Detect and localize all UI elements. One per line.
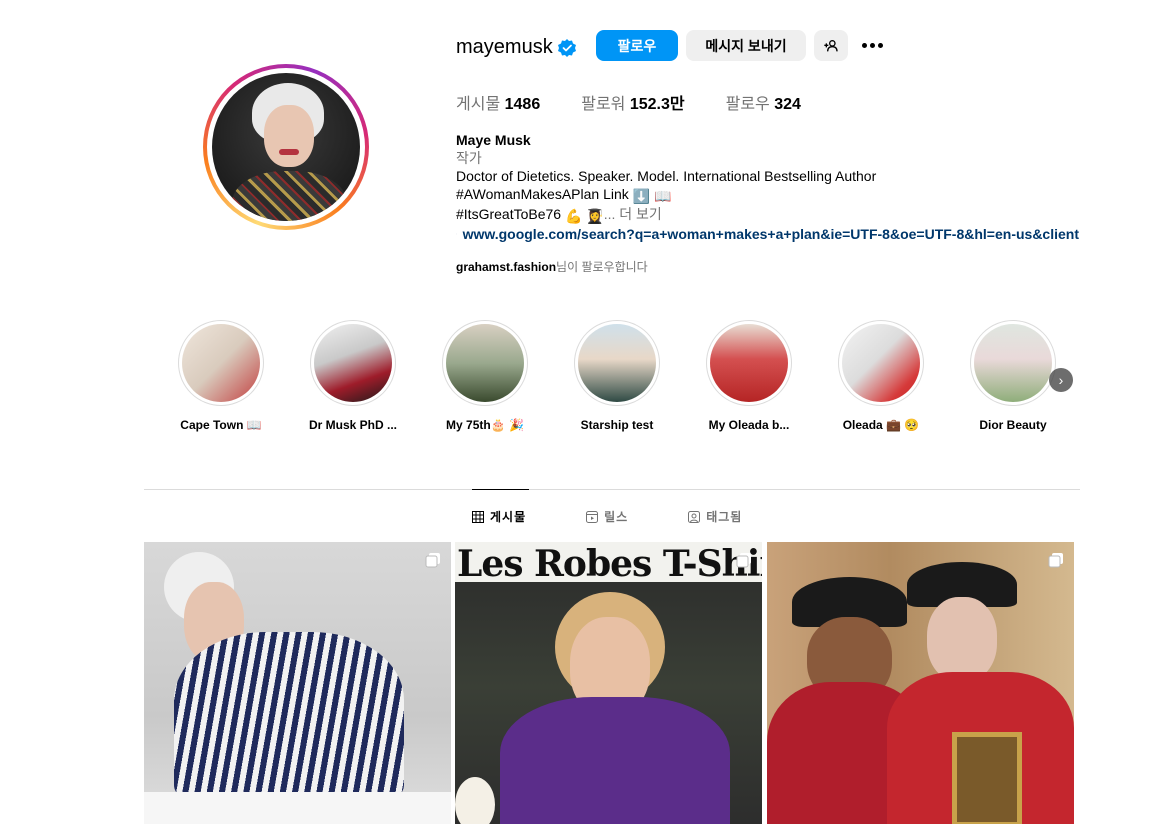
post-headline: Les Robes T-Shirt: [455, 542, 762, 585]
highlight-item[interactable]: Cape Town 📖: [166, 320, 276, 432]
followers-count[interactable]: 팔로워 152.3만: [581, 90, 684, 114]
highlights-next-button[interactable]: ›: [1049, 368, 1073, 392]
profile-tabs: 게시물 릴스 태그됨: [472, 508, 742, 525]
bio-line: #AWomanMakesAPlan Link ⬇️ 📖: [456, 186, 672, 204]
avatar: [212, 73, 360, 221]
followed-by[interactable]: grahamst.fashion님이 팔로우합니다: [456, 258, 648, 275]
tab-posts[interactable]: 게시물: [472, 508, 526, 525]
tabs-divider: [144, 489, 1080, 490]
hashtag-link[interactable]: #ItsGreatToBe76: [456, 206, 561, 222]
reels-icon: [586, 510, 599, 523]
profile-bio: Maye Musk 작가 Doctor of Dietetics. Speake…: [456, 131, 1096, 243]
suggest-people-button[interactable]: [814, 30, 848, 61]
active-tab-indicator: [472, 489, 529, 490]
more-options-button[interactable]: [858, 33, 886, 57]
bio-line: Doctor of Dietetics. Speaker. Model. Int…: [456, 168, 877, 184]
more-horizontal-icon: [861, 42, 867, 48]
post-tile[interactable]: [144, 542, 451, 824]
following-count[interactable]: 팔로우 324: [726, 90, 801, 114]
category-label: 작가: [456, 150, 482, 166]
post-tile[interactable]: Les Robes T-Shirt: [455, 542, 762, 824]
chevron-right-icon: ›: [1058, 372, 1064, 388]
profile-stats: 게시물 1486 팔로워 152.3만 팔로우 324: [456, 90, 842, 114]
verified-badge-icon: [558, 39, 576, 57]
carousel-icon: [425, 553, 440, 568]
tab-reels[interactable]: 릴스: [586, 508, 628, 525]
carousel-icon: [1048, 553, 1063, 568]
carousel-icon: [736, 553, 751, 568]
highlight-item[interactable]: Starship test: [562, 320, 672, 432]
hashtag-link[interactable]: #AWomanMakesAPlan Link: [456, 186, 629, 202]
message-button[interactable]: 메시지 보내기: [686, 30, 806, 61]
highlight-item[interactable]: Oleada 💼 🥺: [826, 320, 936, 432]
username: mayemusk: [456, 36, 553, 58]
person-add-icon: [824, 39, 838, 51]
profile-avatar-ring[interactable]: [203, 64, 369, 230]
grid-icon: [472, 510, 484, 523]
full-name: Maye Musk: [456, 132, 531, 148]
bio-line: #ItsGreatToBe76 💪 👩‍🎓... 더 보기: [456, 206, 662, 224]
link-icon: [456, 233, 457, 235]
highlight-item[interactable]: My Oleada b...: [694, 320, 804, 432]
highlight-item[interactable]: My 75th🎂 🎉: [430, 320, 540, 432]
highlight-item[interactable]: Dr Musk PhD ...: [298, 320, 408, 432]
post-tile[interactable]: [767, 542, 1074, 824]
follow-button[interactable]: 팔로우: [596, 30, 678, 61]
more-link[interactable]: ... 더 보기: [604, 206, 662, 222]
posts-count: 게시물 1486: [456, 96, 541, 113]
tagged-icon: [688, 510, 701, 523]
external-link[interactable]: www.google.com/search?q=a+woman+makes+a+…: [456, 225, 1079, 243]
tab-tagged[interactable]: 태그됨: [688, 508, 742, 525]
story-highlights: Cape Town 📖 Dr Musk PhD ... My 75th🎂 🎉 S…: [178, 320, 1078, 440]
